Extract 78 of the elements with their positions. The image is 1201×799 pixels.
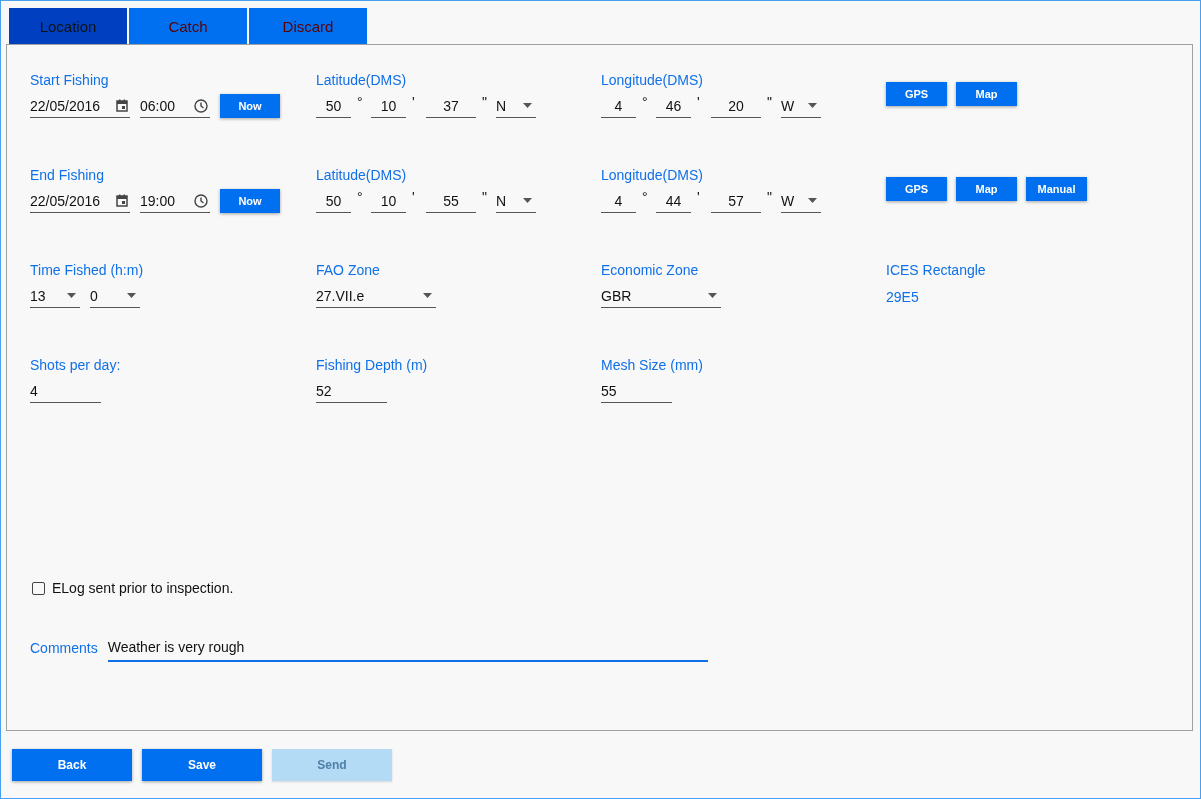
time-field[interactable]: 19:00 bbox=[140, 192, 194, 209]
time-field[interactable]: 06:00 bbox=[140, 97, 194, 114]
hours-dropdown[interactable]: 13 bbox=[30, 284, 80, 308]
field-label: FAO Zone bbox=[316, 261, 380, 279]
seconds-field[interactable]: 20 bbox=[711, 94, 761, 118]
footer-button[interactable]: Back bbox=[12, 749, 132, 781]
checkbox-label: ELog sent prior to inspection. bbox=[52, 580, 234, 596]
minute-symbol: ' bbox=[412, 94, 416, 110]
hemisphere-dropdown[interactable]: N bbox=[496, 189, 536, 213]
comments-label: Comments bbox=[30, 639, 98, 657]
location-button[interactable]: Manual bbox=[1026, 177, 1087, 201]
field-label: Latitude(DMS) bbox=[316, 71, 407, 89]
caret-icon bbox=[423, 293, 432, 298]
number-field[interactable]: 4 bbox=[30, 379, 101, 403]
degrees-field[interactable]: 50 bbox=[316, 189, 351, 213]
field-label: Latitude(DMS) bbox=[316, 166, 407, 184]
minutes-field[interactable]: 44 bbox=[656, 189, 691, 213]
caret-icon bbox=[708, 293, 717, 298]
field-label: Start Fishing bbox=[30, 71, 109, 89]
field-label: Longitude(DMS) bbox=[601, 166, 703, 184]
number-field[interactable]: 52 bbox=[316, 379, 387, 403]
hemisphere-dropdown[interactable]: N bbox=[496, 94, 536, 118]
zone-dropdown[interactable]: 27.VII.e bbox=[316, 284, 436, 308]
clock-icon bbox=[194, 193, 208, 208]
caret-icon bbox=[523, 103, 532, 108]
degree-symbol: ° bbox=[642, 94, 649, 110]
comments-field[interactable]: Weather is very rough bbox=[107, 634, 708, 662]
zone-dropdown[interactable]: GBR bbox=[601, 284, 721, 308]
caret-icon bbox=[127, 293, 136, 298]
degrees-field[interactable]: 4 bbox=[601, 94, 636, 118]
checkbox[interactable] bbox=[32, 581, 45, 595]
calendar-icon bbox=[116, 194, 128, 207]
now-button[interactable]: Now bbox=[220, 94, 280, 118]
minutes-field[interactable]: 10 bbox=[371, 189, 406, 213]
degree-symbol: ° bbox=[357, 94, 364, 110]
minutes-field[interactable]: 10 bbox=[371, 94, 406, 118]
minute-symbol: ' bbox=[697, 94, 701, 110]
hemisphere-dropdown[interactable]: W bbox=[781, 94, 821, 118]
degree-symbol: ° bbox=[642, 189, 649, 205]
footer-button[interactable]: Save bbox=[142, 749, 262, 781]
field-label: ICES Rectangle bbox=[886, 261, 986, 279]
date-field[interactable]: 22/05/2016 bbox=[30, 97, 116, 114]
calendar-icon bbox=[116, 99, 128, 112]
second-symbol: " bbox=[482, 94, 488, 110]
field-label: Mesh Size (mm) bbox=[601, 356, 703, 374]
minutes-field[interactable]: 46 bbox=[656, 94, 691, 118]
date-field[interactable]: 22/05/2016 bbox=[30, 192, 116, 209]
seconds-field[interactable]: 37 bbox=[426, 94, 476, 118]
degrees-field[interactable]: 50 bbox=[316, 94, 351, 118]
field-label: Economic Zone bbox=[601, 261, 699, 279]
degrees-field[interactable]: 4 bbox=[601, 189, 636, 213]
caret-icon bbox=[808, 198, 817, 203]
field-label: Fishing Depth (m) bbox=[316, 356, 428, 374]
ices-rectangle-value: 29E5 bbox=[886, 288, 919, 306]
seconds-field[interactable]: 57 bbox=[711, 189, 761, 213]
number-field[interactable]: 55 bbox=[601, 379, 672, 403]
minutes-dropdown[interactable]: 0 bbox=[90, 284, 140, 308]
degree-symbol: ° bbox=[357, 189, 364, 205]
location-button[interactable]: GPS bbox=[886, 177, 947, 201]
field-label: End Fishing bbox=[30, 166, 104, 184]
second-symbol: " bbox=[767, 94, 773, 110]
caret-icon bbox=[67, 293, 76, 298]
second-symbol: " bbox=[482, 189, 488, 205]
location-button[interactable]: Map bbox=[956, 177, 1017, 201]
caret-icon bbox=[523, 198, 532, 203]
minute-symbol: ' bbox=[412, 189, 416, 205]
minute-symbol: ' bbox=[697, 189, 701, 205]
now-button[interactable]: Now bbox=[220, 189, 280, 213]
location-button[interactable]: Map bbox=[956, 82, 1017, 106]
location-button[interactable]: GPS bbox=[886, 82, 947, 106]
clock-icon bbox=[194, 98, 208, 113]
hemisphere-dropdown[interactable]: W bbox=[781, 189, 821, 213]
field-label: Longitude(DMS) bbox=[601, 71, 703, 89]
field-label: Time Fished (h:m) bbox=[30, 261, 144, 279]
second-symbol: " bbox=[767, 189, 773, 205]
seconds-field[interactable]: 55 bbox=[426, 189, 476, 213]
field-label: Shots per day: bbox=[30, 356, 121, 374]
caret-icon bbox=[808, 103, 817, 108]
